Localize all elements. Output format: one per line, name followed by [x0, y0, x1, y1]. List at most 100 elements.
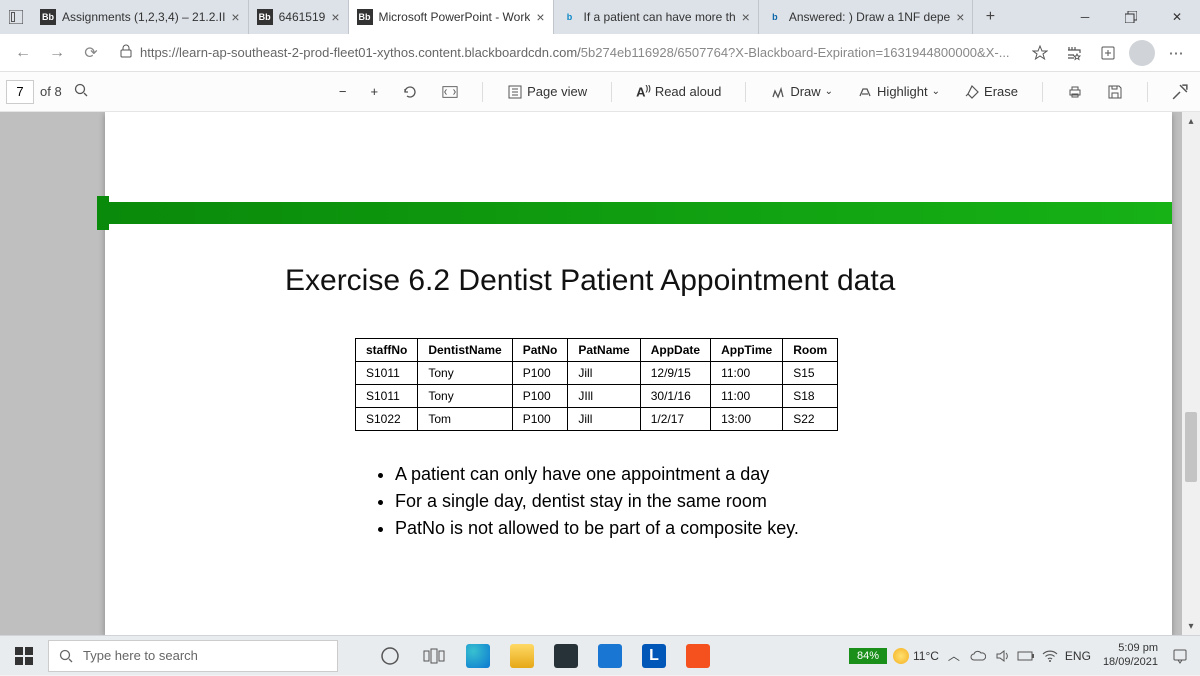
fullscreen-button[interactable] — [1166, 80, 1194, 104]
table-cell: P100 — [512, 362, 568, 385]
blackboard-icon: Bb — [257, 9, 273, 25]
favorite-icon[interactable] — [1024, 37, 1056, 69]
scroll-thumb[interactable] — [1185, 412, 1197, 482]
highlight-label: Highlight — [877, 84, 928, 99]
tab-bing-search[interactable]: b If a patient can have more th × — [554, 0, 759, 34]
notifications-icon[interactable] — [1170, 646, 1190, 666]
cortana-icon[interactable] — [368, 636, 412, 676]
forward-button[interactable]: → — [42, 38, 72, 68]
close-icon[interactable]: × — [231, 9, 239, 25]
close-icon[interactable]: × — [956, 9, 964, 25]
table-cell: Jill — [568, 362, 640, 385]
table-row: S1011TonyP100JIll30/1/1611:00S18 — [356, 385, 838, 408]
edge-icon[interactable] — [456, 636, 500, 676]
slide-stripe — [105, 202, 1172, 224]
pdf-toolbar: of 8 − + Page view A)) Read aloud Draw ⌄ — [0, 72, 1200, 112]
close-icon[interactable]: × — [331, 9, 339, 25]
browser-titlebar: Bb Assignments (1,2,3,4) – 21.2.II × Bb … — [0, 0, 1200, 34]
sun-icon — [893, 648, 909, 664]
search-placeholder: Type here to search — [83, 648, 198, 663]
zoom-in-button[interactable]: + — [365, 80, 385, 103]
tab-label: Answered: ) Draw a 1NF depe — [789, 10, 950, 24]
volume-icon[interactable] — [993, 649, 1011, 663]
close-icon[interactable]: × — [742, 9, 750, 25]
draw-button[interactable]: Draw ⌄ — [764, 80, 839, 104]
highlight-button[interactable]: Highlight ⌄ — [851, 80, 946, 104]
table-cell: Tony — [418, 385, 512, 408]
tab-label: Assignments (1,2,3,4) – 21.2.II — [62, 10, 225, 24]
search-icon — [59, 649, 73, 663]
bing-icon: b — [562, 9, 578, 25]
tab-label: If a patient can have more th — [584, 10, 736, 24]
table-cell: S1011 — [356, 362, 418, 385]
print-button[interactable] — [1061, 80, 1089, 104]
file-explorer-icon[interactable] — [500, 636, 544, 676]
store-icon[interactable] — [544, 636, 588, 676]
restore-button[interactable] — [1108, 0, 1154, 34]
table-cell: 11:00 — [711, 362, 783, 385]
onedrive-icon[interactable] — [969, 650, 987, 662]
table-cell: Jill — [568, 408, 640, 431]
rotate-button[interactable] — [396, 80, 424, 104]
app-icon[interactable]: L — [632, 636, 676, 676]
chevron-up-icon[interactable]: ︿ — [945, 647, 963, 664]
app-icon-2[interactable] — [676, 636, 720, 676]
collections-icon[interactable] — [1092, 37, 1124, 69]
task-view-icon[interactable] — [412, 636, 456, 676]
slide-title: Exercise 6.2 Dentist Patient Appointment… — [135, 264, 1142, 298]
tab-assignments[interactable]: Bb Assignments (1,2,3,4) – 21.2.II × — [32, 0, 249, 34]
read-aloud-button[interactable]: A)) Read aloud — [630, 80, 727, 103]
page-total-label: of 8 — [40, 84, 62, 99]
table-cell: 30/1/16 — [640, 385, 710, 408]
clock[interactable]: 5:09 pm 18/09/2021 — [1097, 642, 1164, 670]
battery-icon[interactable] — [1017, 651, 1035, 661]
wifi-icon[interactable] — [1041, 650, 1059, 662]
refresh-button[interactable]: ⟳ — [76, 38, 106, 68]
tab-6461519[interactable]: Bb 6461519 × — [249, 0, 349, 34]
erase-label: Erase — [984, 84, 1018, 99]
read-aloud-label: Read aloud — [655, 84, 722, 99]
date: 18/09/2021 — [1103, 656, 1158, 670]
window-controls: ─ ✕ — [1062, 0, 1200, 34]
close-icon[interactable]: × — [536, 9, 544, 25]
start-button[interactable] — [4, 636, 44, 676]
profile-button[interactable] — [1126, 37, 1158, 69]
search-icon[interactable] — [74, 83, 88, 100]
table-cell: JIll — [568, 385, 640, 408]
browser-tabs: Bb Assignments (1,2,3,4) – 21.2.II × Bb … — [32, 0, 1062, 34]
more-button[interactable]: ⋯ — [1160, 37, 1192, 69]
back-button[interactable]: ← — [8, 38, 38, 68]
table-row: S1011TonyP100Jill12/9/1511:00S15 — [356, 362, 838, 385]
table-cell: S22 — [783, 408, 838, 431]
tab-actions-icon[interactable] — [0, 0, 32, 34]
table-cell: Tom — [418, 408, 512, 431]
tab-powerpoint[interactable]: Bb Microsoft PowerPoint - Work × — [349, 0, 554, 34]
vertical-scrollbar[interactable]: ▴ ▾ — [1182, 112, 1200, 635]
fit-page-button[interactable] — [436, 80, 464, 104]
erase-button[interactable]: Erase — [958, 80, 1024, 104]
time: 5:09 pm — [1103, 642, 1158, 656]
scroll-down-arrow[interactable]: ▾ — [1182, 617, 1200, 635]
close-window-button[interactable]: ✕ — [1154, 0, 1200, 34]
url-input[interactable]: https://learn-ap-southeast-2-prod-fleet0… — [110, 38, 1020, 68]
pdf-viewport[interactable]: Exercise 6.2 Dentist Patient Appointment… — [0, 112, 1182, 635]
page-number-input[interactable] — [6, 80, 34, 104]
zoom-out-button[interactable]: − — [333, 80, 353, 103]
save-button[interactable] — [1101, 80, 1129, 104]
table-row: S1022TomP100Jill1/2/1713:00S22 — [356, 408, 838, 431]
taskbar-search[interactable]: Type here to search — [48, 640, 338, 672]
tab-label: Microsoft PowerPoint - Work — [379, 10, 531, 24]
battery-status[interactable]: 84% — [849, 648, 887, 664]
table-cell: 11:00 — [711, 385, 783, 408]
mail-icon[interactable] — [588, 636, 632, 676]
scroll-up-arrow[interactable]: ▴ — [1182, 112, 1200, 130]
minimize-button[interactable]: ─ — [1062, 0, 1108, 34]
favorites-list-icon[interactable] — [1058, 37, 1090, 69]
weather-widget[interactable]: 11°C — [893, 648, 939, 664]
tab-bartleby[interactable]: b Answered: ) Draw a 1NF depe × — [759, 0, 974, 34]
temperature: 11°C — [913, 649, 939, 663]
new-tab-button[interactable]: + — [973, 0, 1007, 34]
tab-label: 6461519 — [279, 10, 326, 24]
language-indicator[interactable]: ENG — [1065, 649, 1091, 663]
page-view-button[interactable]: Page view — [501, 80, 593, 104]
